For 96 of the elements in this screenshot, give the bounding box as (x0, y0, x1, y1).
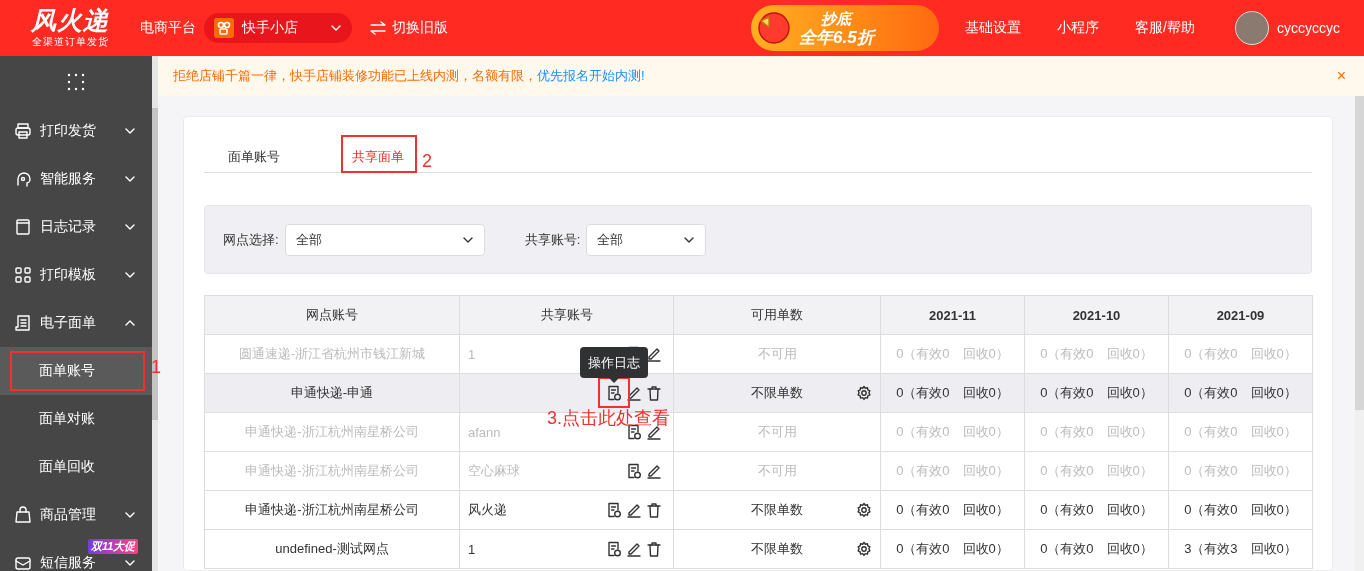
table-cell-text: 不可用 (756, 462, 798, 480)
table-cell-text: 不限单数 (750, 501, 804, 519)
table-cell: 0（有效0 回收0） (1024, 490, 1169, 530)
table-cell: 0（有效0 回收0） (1168, 490, 1313, 530)
delete-icon[interactable] (647, 502, 661, 518)
sidebar-subitem[interactable]: 面单回收 (0, 443, 152, 491)
sidebar-item[interactable]: 智能服务 (0, 155, 152, 203)
annotation-box (598, 377, 630, 408)
table-cell: undefined-测试网点 (204, 529, 460, 569)
bag-icon (14, 506, 32, 524)
tab[interactable]: 共享面单 (342, 135, 414, 172)
table-cell: 0（有效0 回收0） (880, 412, 1025, 452)
receipt-icon (14, 314, 32, 332)
user-avatar[interactable] (1235, 11, 1269, 45)
annotation-number: 1 (151, 357, 161, 377)
tab[interactable]: 面单账号 (218, 135, 290, 172)
switch-version-link[interactable]: 切换旧版 (370, 19, 448, 37)
column-header: 2021-09 (1168, 295, 1313, 335)
sidebar-item[interactable]: 日志记录 (0, 203, 152, 251)
table-cell: 0（有效0 回收0） (1024, 529, 1169, 569)
table-cell: 0（有效0 回收0） (880, 490, 1025, 530)
filter-label: 网点选择: (223, 230, 279, 249)
log-icon[interactable] (607, 541, 621, 557)
notice-text: 拒绝店铺千篇一律，快手店铺装修功能已上线内测，名额有限，优先报名开始内测! (173, 67, 645, 85)
edit-icon[interactable] (627, 502, 641, 518)
table-cell: 0（有效0 回收0） (880, 529, 1025, 569)
table-cell-text: 不限单数 (750, 540, 804, 558)
settings-icon[interactable] (856, 385, 872, 401)
column-header: 2021-10 (1024, 295, 1169, 335)
delete-icon[interactable] (647, 541, 661, 557)
table-cell: 0（有效0 回收0） (1024, 373, 1169, 413)
table-cell: 1 (468, 541, 476, 557)
platform-select[interactable]: 快手小店 (204, 13, 352, 43)
table-cell: 0（有效0 回收0） (1024, 451, 1169, 491)
table-cell: 0（有效0 回收0） (1168, 451, 1313, 491)
table-cell: 空心麻球 (468, 462, 520, 480)
table-cell: afann (468, 424, 501, 440)
printer-icon (14, 122, 32, 140)
table-cell: 3（有效3 回收0） (1168, 529, 1313, 569)
logo-tagline: 全渠道订单发货 (31, 35, 109, 49)
sidebar-item[interactable]: 打印发货 (0, 107, 152, 155)
sidebar-subitem[interactable]: 面单账号 (0, 347, 152, 395)
user-name[interactable]: cyccyccyc (1277, 20, 1340, 36)
annotation-text: 3.点击此处查看 (547, 408, 670, 428)
filter-select[interactable]: 全部 (586, 223, 707, 256)
table-cell: 0（有效0 回收0） (1168, 334, 1313, 374)
table-cell-text: 不可用 (756, 345, 798, 363)
table-cell: 申通快递-浙江杭州南星桥公司 (204, 412, 460, 452)
promo-badge[interactable]: 双11大促 (88, 539, 139, 554)
log-icon[interactable] (607, 502, 621, 518)
table-cell: 0（有效0 回收0） (880, 334, 1025, 374)
column-header: 2021-11 (880, 295, 1025, 335)
edit-icon[interactable] (627, 541, 641, 557)
table-cell: 0（有效0 回收0） (1024, 412, 1169, 452)
column-header: 网点账号 (204, 295, 460, 335)
settings-icon[interactable] (856, 502, 872, 518)
table-cell: 0（有效0 回收0） (880, 373, 1025, 413)
delete-icon[interactable] (647, 385, 661, 401)
swap-icon (370, 21, 386, 35)
column-header: 可用单数 (673, 295, 881, 335)
table-cell: 0（有效0 回收0） (1168, 373, 1313, 413)
sidebar-item[interactable]: 电子面单 (0, 299, 152, 347)
table-cell: 0（有效0 回收0） (1024, 334, 1169, 374)
sidebar-item[interactable]: 打印模板 (0, 251, 152, 299)
table-cell: 圆通速递-浙江省杭州市钱江新城 (204, 334, 460, 374)
column-header: 共享账号 (459, 295, 674, 335)
sidebar-subitem[interactable]: 面单对账 (0, 395, 152, 443)
table-cell: 风火递 (468, 501, 507, 519)
table-cell: 申通快递-浙江杭州南星桥公司 (204, 451, 460, 491)
nav-link[interactable]: 客服/帮助 (1135, 19, 1195, 37)
edit-icon[interactable] (627, 385, 641, 401)
table-cell: 0（有效0 回收0） (880, 451, 1025, 491)
table-cell: 0（有效0 回收0） (1168, 412, 1313, 452)
nav-link[interactable]: 小程序 (1057, 19, 1100, 37)
head-icon (14, 170, 32, 188)
log-icon[interactable] (607, 385, 621, 401)
filter-label: 共享账号: (524, 230, 581, 249)
table-cell-text: 不可用 (756, 423, 798, 441)
mascot-drawing (757, 11, 792, 45)
annotation-number: 2 (422, 151, 432, 171)
tooltip: 操作日志 (580, 347, 648, 383)
apps-icon[interactable] (66, 71, 86, 92)
envelope-icon (14, 554, 32, 571)
table-cell: 申通快递-申通 (204, 373, 460, 413)
platform-label: 电商平台 (140, 19, 196, 37)
table-cell: 申通快递-浙江杭州南星桥公司 (204, 490, 460, 530)
filter-select[interactable]: 全部 (284, 223, 485, 256)
sidebar-item[interactable]: 商品管理 (0, 491, 152, 539)
brand-logo: 风火递 (31, 7, 109, 35)
grid-icon (14, 266, 32, 284)
table-cell-text: 不限单数 (750, 384, 804, 402)
settings-icon[interactable] (856, 541, 872, 557)
table-cell: 1 (468, 346, 476, 362)
document-icon (14, 218, 32, 236)
nav-link[interactable]: 基础设置 (965, 19, 1022, 37)
shop-logo-icon (214, 18, 234, 38)
